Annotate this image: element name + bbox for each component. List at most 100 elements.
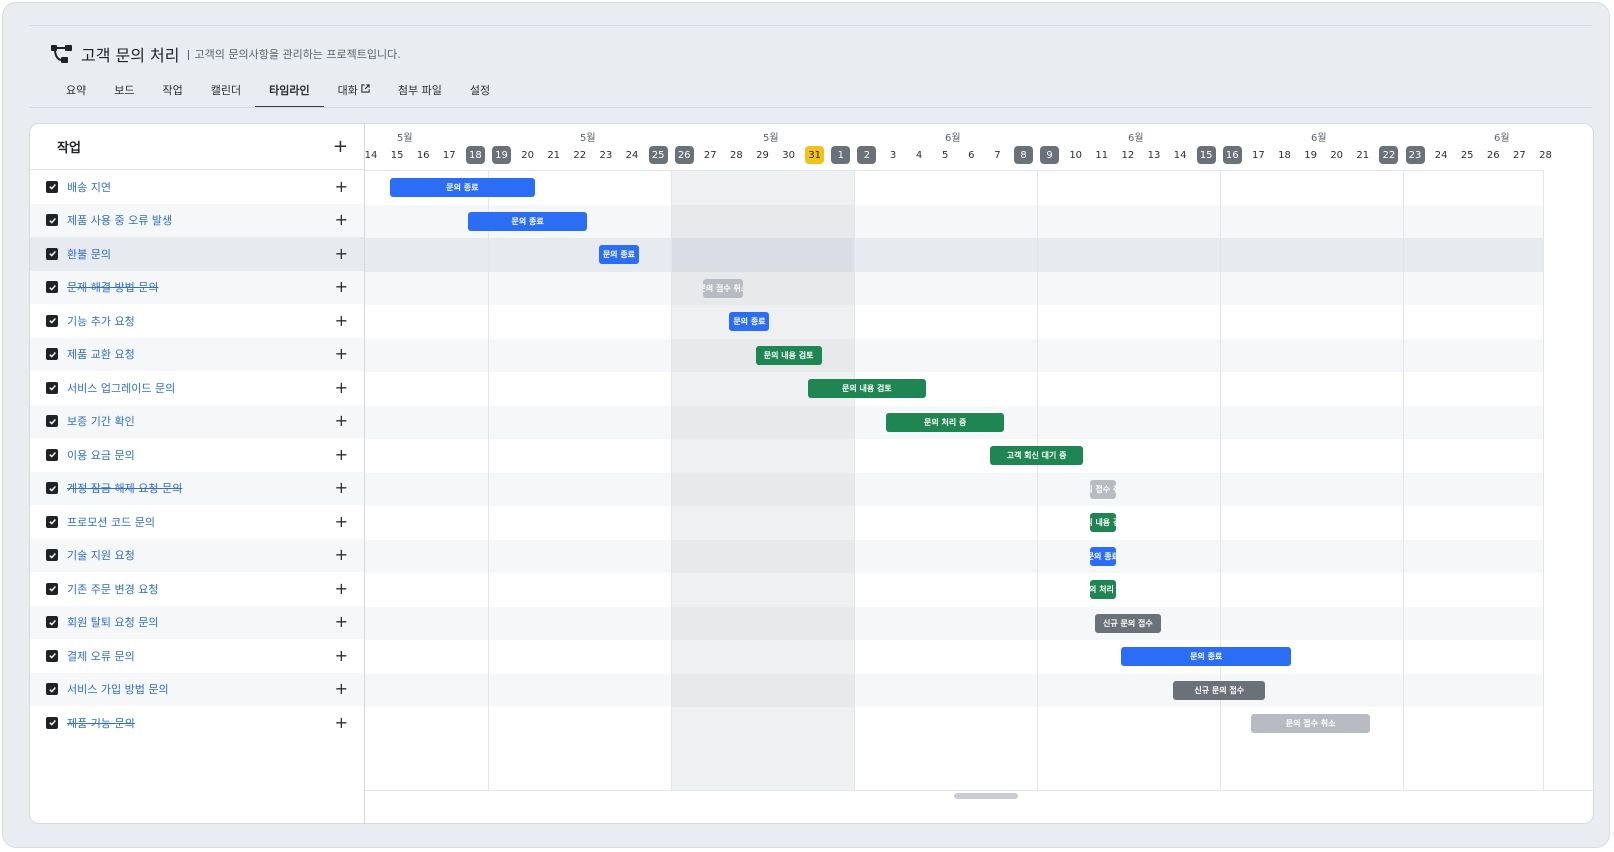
task-row[interactable]: 프로모션 코드 문의 + — [30, 505, 364, 539]
task-name[interactable]: 배송 지연 — [67, 179, 335, 195]
task-row[interactable]: 이용 요금 문의 + — [30, 438, 364, 472]
task-list-panel: 작업 + 배송 지연 + 제품 사용 중 오류 발생 + 환불 문의 + 문제 해결 방법 … — [30, 124, 365, 823]
task-row[interactable]: 계정 잠금 해제 요청 문의 + — [30, 471, 364, 505]
task-row[interactable]: 제품 사용 중 오류 발생 + — [30, 203, 364, 237]
checkbox-checked-icon[interactable] — [46, 649, 58, 662]
task-name[interactable]: 회원 탈퇴 요청 문의 — [67, 614, 335, 630]
add-subtask-icon[interactable]: + — [335, 279, 348, 295]
task-bar-closed[interactable]: 문의 종료 — [1120, 647, 1292, 666]
add-subtask-icon[interactable]: + — [335, 346, 348, 362]
checkbox-checked-icon[interactable] — [46, 381, 58, 394]
checkbox-checked-icon[interactable] — [46, 515, 58, 528]
today-marker: 31 — [805, 146, 825, 164]
timeline-grid[interactable]: 5월 5월 5월 6월 6월 6월 6월 14 15 16 17 18 19 20 21 22 23 24 25 2… — [365, 124, 1593, 823]
tab-1[interactable]: 보드 — [100, 78, 148, 108]
task-row[interactable]: 환불 문의 + — [30, 237, 364, 271]
add-subtask-icon[interactable]: + — [335, 547, 348, 563]
task-name[interactable]: 제품 교환 요청 — [67, 346, 335, 362]
task-row[interactable]: 결제 오류 문의 + — [30, 639, 364, 673]
checkbox-checked-icon[interactable] — [46, 348, 58, 361]
checkbox-checked-icon[interactable] — [46, 683, 58, 696]
tab-5[interactable]: 대화 — [324, 78, 384, 108]
add-subtask-icon[interactable]: + — [335, 312, 348, 329]
task-name[interactable]: 문제 해결 방법 문의 — [67, 279, 335, 295]
task-row[interactable]: 서비스 업그레이드 문의 + — [30, 371, 364, 405]
task-name[interactable]: 기능 추가 요청 — [67, 313, 335, 329]
add-subtask-icon[interactable]: + — [335, 647, 348, 664]
task-bar-cancelled[interactable]: 문의 접수 취소 — [1251, 714, 1370, 733]
checkbox-checked-icon[interactable] — [46, 549, 58, 562]
task-name[interactable]: 계정 잠금 해제 요청 문의 — [67, 480, 335, 496]
add-subtask-icon[interactable]: + — [335, 245, 348, 262]
add-subtask-icon[interactable]: + — [335, 178, 348, 195]
add-subtask-icon[interactable]: + — [335, 212, 348, 228]
tab-2[interactable]: 작업 — [149, 78, 197, 108]
task-row[interactable]: 서비스 가입 방법 문의 + — [30, 672, 364, 706]
add-subtask-icon[interactable]: + — [335, 614, 348, 630]
task-name[interactable]: 결제 오류 문의 — [67, 648, 335, 664]
task-row[interactable]: 배송 지연 + — [30, 170, 364, 204]
task-bar-cancelled[interactable]: 문의 접수 취소 — [1089, 479, 1116, 499]
task-name[interactable]: 제품 사용 중 오류 발생 — [67, 212, 335, 228]
checkbox-checked-icon[interactable] — [46, 314, 58, 327]
add-subtask-icon[interactable]: + — [335, 480, 348, 496]
task-name[interactable]: 서비스 가입 방법 문의 — [67, 681, 335, 697]
checkbox-checked-icon[interactable] — [46, 281, 58, 294]
add-subtask-icon[interactable]: + — [335, 513, 348, 530]
task-bar-in-progress[interactable]: 문의 내용 검토 — [1089, 513, 1116, 532]
add-subtask-icon[interactable]: + — [335, 681, 348, 697]
add-subtask-icon[interactable]: + — [335, 714, 348, 731]
checkbox-checked-icon[interactable] — [46, 247, 58, 260]
timeline-row — [365, 640, 1543, 674]
task-bar-closed[interactable]: 문의 종료 — [390, 178, 535, 197]
task-bar-closed[interactable]: 문의 종료 — [468, 211, 587, 231]
checkbox-checked-icon[interactable] — [46, 582, 58, 595]
add-subtask-icon[interactable]: + — [335, 580, 348, 597]
task-row[interactable]: 문제 해결 방법 문의 + — [30, 270, 364, 304]
tab-6[interactable]: 첨부 파일 — [384, 78, 456, 108]
checkbox-checked-icon[interactable] — [46, 214, 58, 227]
horizontal-scrollbar[interactable] — [954, 793, 1018, 799]
task-bar-in-progress[interactable]: 문의 내용 검토 — [755, 345, 822, 365]
task-bar-new[interactable]: 신규 문의 접수 — [1094, 613, 1161, 633]
add-subtask-icon[interactable]: + — [335, 446, 348, 463]
tab-3[interactable]: 캘린더 — [197, 78, 255, 108]
task-name[interactable]: 환불 문의 — [67, 246, 335, 262]
task-name[interactable]: 기존 주문 변경 요청 — [67, 581, 335, 597]
task-bar-in-progress[interactable]: 문의 처리 중 — [1089, 580, 1116, 599]
checkbox-checked-icon[interactable] — [46, 180, 58, 193]
task-bar-in-progress[interactable]: 문의 처리 중 — [886, 412, 1005, 432]
task-bar-cancelled[interactable]: 문의 접수 취소 — [703, 278, 744, 298]
add-subtask-icon[interactable]: + — [335, 413, 348, 429]
task-bar-closed[interactable]: 문의 종료 — [729, 312, 770, 331]
task-bar-closed[interactable]: 문의 종료 — [1089, 546, 1116, 566]
task-row[interactable]: 기존 주문 변경 요청 + — [30, 572, 364, 606]
checkbox-checked-icon[interactable] — [46, 448, 58, 461]
checkbox-checked-icon[interactable] — [46, 616, 58, 629]
task-list-title: 작업 — [57, 141, 81, 156]
tab-0[interactable]: 요약 — [52, 78, 100, 108]
task-name[interactable]: 제품 기능 문의 — [67, 715, 335, 731]
add-subtask-icon[interactable]: + — [335, 379, 348, 396]
task-row[interactable]: 기술 지원 요청 + — [30, 538, 364, 572]
task-bar-in-progress[interactable]: 고객 회신 대기 중 — [990, 446, 1083, 465]
add-task-icon[interactable]: + — [333, 137, 348, 156]
checkbox-checked-icon[interactable] — [46, 716, 58, 729]
tab-4[interactable]: 타임라인 — [255, 78, 325, 108]
checkbox-checked-icon[interactable] — [46, 415, 58, 428]
task-row[interactable]: 회원 탈퇴 요청 문의 + — [30, 605, 364, 639]
task-name[interactable]: 기술 지원 요청 — [67, 547, 335, 563]
task-bar-new[interactable]: 신규 문의 접수 — [1173, 680, 1266, 700]
task-name[interactable]: 이용 요금 문의 — [67, 447, 335, 463]
task-row[interactable]: 보증 기간 확인 + — [30, 404, 364, 438]
task-name[interactable]: 서비스 업그레이드 문의 — [67, 380, 335, 396]
task-row[interactable]: 제품 교환 요청 + — [30, 337, 364, 371]
tab-7[interactable]: 설정 — [456, 78, 504, 108]
checkbox-checked-icon[interactable] — [46, 482, 58, 495]
task-bar-closed[interactable]: 문의 종료 — [598, 245, 639, 264]
task-name[interactable]: 프로모션 코드 문의 — [67, 514, 335, 530]
task-name[interactable]: 보증 기간 확인 — [67, 413, 335, 429]
task-row[interactable]: 기능 추가 요청 + — [30, 304, 364, 338]
task-row[interactable]: 제품 기능 문의 + — [30, 706, 364, 740]
task-bar-in-progress[interactable]: 문의 내용 검토 — [807, 379, 927, 398]
